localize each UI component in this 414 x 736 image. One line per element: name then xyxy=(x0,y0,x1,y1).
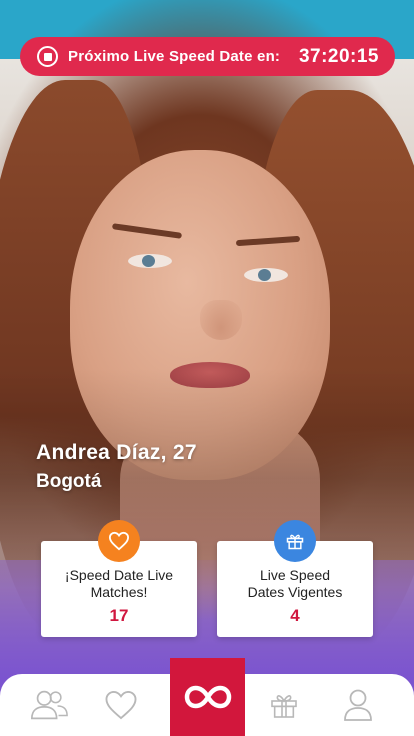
profile-name-age: Andrea Díaz, 27 xyxy=(36,441,197,464)
timer-label: Próximo Live Speed Date en: xyxy=(68,48,281,65)
gift-icon xyxy=(286,534,304,550)
active-speed-dates-card[interactable]: Live Speed Dates Vigentes 4 xyxy=(217,520,373,637)
card-label-line2: Dates Vigentes xyxy=(247,584,343,600)
profile-icon xyxy=(344,689,372,721)
timer-countdown: 37:20:15 xyxy=(298,45,379,67)
nav-gifts[interactable] xyxy=(264,686,304,724)
gift-icon xyxy=(271,695,297,718)
active-dates-count: 4 xyxy=(290,606,300,625)
nav-users[interactable] xyxy=(29,686,69,724)
profile-city: Bogotá xyxy=(36,471,102,492)
matches-count: 17 xyxy=(109,606,129,625)
card-label-line2: Matches! xyxy=(90,584,148,600)
heart-icon xyxy=(105,690,137,720)
nav-live-speed-date[interactable] xyxy=(170,658,245,736)
speed-date-screen: Próximo Live Speed Date en: 37:20:15 And… xyxy=(0,0,414,736)
card-label-line1: ¡Speed Date Live xyxy=(64,567,174,583)
gift-badge xyxy=(274,520,316,562)
next-live-speed-date-timer[interactable]: Próximo Live Speed Date en: 37:20:15 xyxy=(20,37,395,76)
heart-badge xyxy=(98,520,140,562)
nav-profile[interactable] xyxy=(338,686,378,724)
stop-record-icon xyxy=(37,46,58,67)
speed-date-matches-card[interactable]: ¡Speed Date Live Matches! 17 xyxy=(41,520,197,637)
card-label-line1: Live Speed xyxy=(259,567,331,583)
users-icon xyxy=(30,690,68,720)
nav-likes[interactable] xyxy=(101,686,141,724)
heart-icon xyxy=(108,531,130,551)
infinity-icon xyxy=(184,685,231,709)
